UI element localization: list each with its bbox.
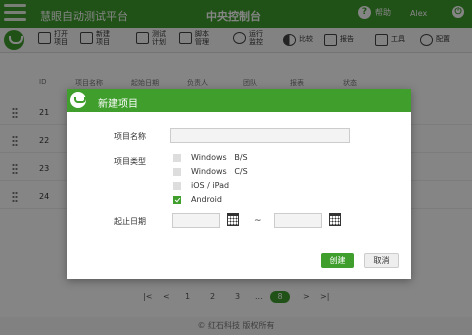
project-type-option[interactable]: Android xyxy=(173,195,222,204)
project-name-input[interactable] xyxy=(170,128,350,143)
option-label: iOS / iPad xyxy=(191,181,230,190)
project-type-label: 项目类型 xyxy=(114,157,146,166)
end-date-input[interactable] xyxy=(274,213,322,228)
cancel-button[interactable]: 取消 xyxy=(364,253,399,268)
project-type-option[interactable]: iOS / iPad xyxy=(173,181,229,190)
date-separator: ~ xyxy=(254,216,262,226)
project-name-label: 项目名称 xyxy=(114,132,146,141)
project-type-option[interactable]: Windows C/S xyxy=(173,167,248,176)
date-range-label: 起止日期 xyxy=(114,217,146,226)
project-type-option[interactable]: Windows B/S xyxy=(173,153,248,162)
dialog-title: 新建项目 xyxy=(98,99,138,110)
option-label: Windows B/S xyxy=(191,153,248,162)
create-button[interactable]: 创建 xyxy=(321,253,354,268)
dialog-header: 新建项目 xyxy=(67,89,411,112)
option-label: Android xyxy=(191,195,222,204)
checkbox[interactable] xyxy=(173,195,181,204)
new-project-dialog: 新建项目 项目名称 项目类型 Windows B/S Windows C/S iOS… xyxy=(67,89,411,279)
checkbox[interactable] xyxy=(173,153,181,162)
checkbox[interactable] xyxy=(173,167,181,176)
dialog-logo-icon xyxy=(70,92,86,108)
start-date-input[interactable] xyxy=(172,213,220,228)
option-label: Windows C/S xyxy=(191,167,248,176)
checkbox[interactable] xyxy=(173,181,181,190)
start-calendar-icon[interactable] xyxy=(227,213,239,226)
end-calendar-icon[interactable] xyxy=(329,213,341,226)
